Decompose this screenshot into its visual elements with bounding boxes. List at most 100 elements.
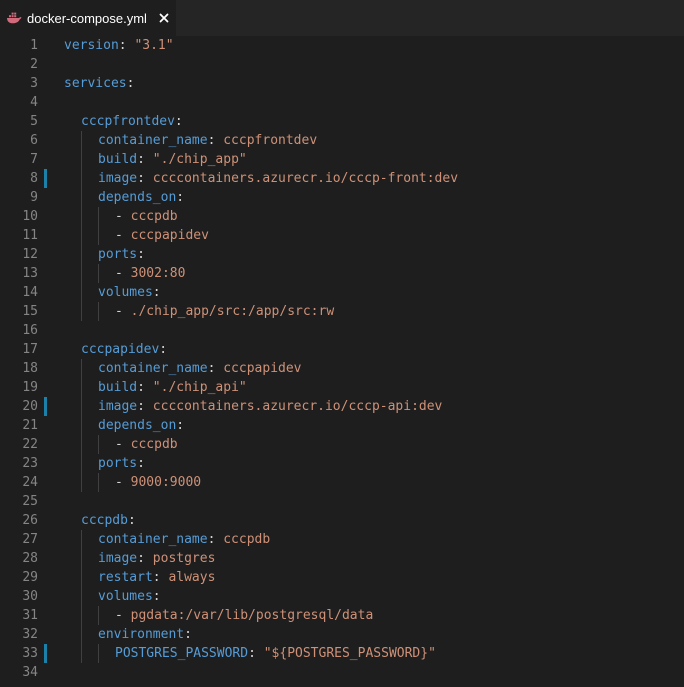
indent-guide [81, 530, 82, 549]
code-line: 29 restart: always [0, 568, 684, 587]
code-text: - 3002:80 [115, 264, 185, 283]
code-text: depends_on: [98, 416, 184, 435]
yaml-separator: : [152, 589, 161, 604]
yaml-separator: : [248, 646, 264, 661]
yaml-value: ccccontainers.azurecr.io/cccp-api:dev [152, 399, 443, 414]
yaml-value: "${POSTGRES_PASSWORD}" [263, 646, 436, 661]
code-text: image: postgres [98, 549, 215, 568]
yaml-separator: : [127, 513, 136, 528]
indent-guide [98, 644, 99, 663]
code-line: 28 image: postgres [0, 549, 684, 568]
docker-whale-icon [6, 11, 22, 25]
code-line: 7 build: "./chip_app" [0, 150, 684, 169]
indent-guide [81, 169, 82, 188]
yaml-value: 3002:80 [130, 266, 186, 281]
indent-guide [81, 644, 82, 663]
yaml-key: container_name [98, 133, 208, 148]
code-text: volumes: [98, 283, 161, 302]
code-text: build: "./chip_api" [98, 378, 247, 397]
code-text: container_name: cccpfrontdev [98, 131, 317, 150]
yaml-key: depends_on [98, 190, 177, 205]
line-number: 4 [30, 95, 38, 110]
code-line: 5 cccpfrontdev: [0, 112, 684, 131]
code-line: 8 image: ccccontainers.azurecr.io/cccp-fr… [0, 169, 684, 188]
yaml-value: 9000:9000 [130, 475, 202, 490]
indent-guide [98, 473, 99, 492]
indent-guide [81, 245, 82, 264]
yaml-key: version [64, 38, 119, 53]
line-number: 7 [30, 152, 38, 167]
yaml-separator: : [137, 152, 153, 167]
code-line: 4 [0, 93, 684, 112]
code-text: ports: [98, 245, 145, 264]
yaml-key: build [98, 152, 138, 167]
line-number: 30 [22, 589, 38, 604]
code-text: - cccpdb [115, 435, 178, 454]
line-number: 26 [22, 513, 38, 528]
yaml-key: environment [98, 627, 185, 642]
line-number: 6 [30, 133, 38, 148]
code-text: POSTGRES_PASSWORD: "${POSTGRES_PASSWORD}… [115, 644, 436, 663]
code-line: 24 - 9000:9000 [0, 473, 684, 492]
close-icon[interactable] [157, 11, 171, 25]
line-number: 14 [22, 285, 38, 300]
indent-guide [81, 226, 82, 245]
yaml-separator: : [137, 247, 145, 262]
line-number: 10 [22, 209, 38, 224]
yaml-key: cccpapidev [81, 342, 160, 357]
code-text: cccpapidev: [81, 340, 167, 359]
code-line: 33 POSTGRES_PASSWORD: "${POSTGRES_PASSWOR… [0, 644, 684, 663]
line-number: 13 [22, 266, 38, 281]
indent-guide [81, 454, 82, 473]
line-number: 22 [22, 437, 38, 452]
line-number: 11 [22, 228, 38, 243]
yaml-value: cccpfrontdev [223, 133, 318, 148]
yaml-value: "./chip_api" [152, 380, 247, 395]
yaml-separator: : [159, 342, 168, 357]
code-line: 20 image: ccccontainers.azurecr.io/cccp-a… [0, 397, 684, 416]
indent-guide [98, 606, 99, 625]
yaml-separator: : [207, 133, 224, 148]
yaml-separator: : [118, 38, 135, 53]
tab-docker-compose[interactable]: docker-compose.yml [0, 0, 176, 36]
code-line: 17 cccpapidev: [0, 340, 684, 359]
code-line: 25 [0, 492, 684, 511]
code-line: 6 container_name: cccpfrontdev [0, 131, 684, 150]
line-number: 20 [22, 399, 38, 414]
yaml-value: cccpdb [130, 209, 178, 224]
line-number: 16 [22, 323, 38, 338]
indent-guide [81, 625, 82, 644]
git-modified-marker [44, 169, 47, 188]
indent-guide [81, 207, 82, 226]
code-text: cccpfrontdev: [81, 112, 183, 131]
code-editor[interactable]: 1 version: "3.1" 2 3 services: 4 5 cccpfrontdev… [0, 36, 684, 687]
code-text: container_name: cccpapidev [98, 359, 302, 378]
indent-guide [81, 606, 82, 625]
line-number: 15 [22, 304, 38, 319]
code-line: 16 [0, 321, 684, 340]
indent-guide [81, 549, 82, 568]
code-line: 10 - cccpdb [0, 207, 684, 226]
code-line: 19 build: "./chip_api" [0, 378, 684, 397]
code-text: image: ccccontainers.azurecr.io/cccp-api… [98, 397, 442, 416]
yaml-key: container_name [98, 532, 208, 547]
yaml-key: container_name [98, 361, 208, 376]
code-line: 23 ports: [0, 454, 684, 473]
indent-guide [98, 435, 99, 454]
code-line: 14 volumes: [0, 283, 684, 302]
code-text: restart: always [98, 568, 215, 587]
list-dash: - [115, 475, 131, 490]
code-line: 27 container_name: cccpdb [0, 530, 684, 549]
code-text: services: [64, 74, 134, 93]
line-number: 3 [30, 76, 38, 91]
code-text: container_name: cccpdb [98, 530, 270, 549]
yaml-key: build [98, 380, 138, 395]
indent-guide [81, 473, 82, 492]
indent-guide [81, 397, 82, 416]
yaml-separator: : [137, 456, 145, 471]
indent-guide [81, 150, 82, 169]
indent-guide [81, 416, 82, 435]
yaml-key: volumes [98, 285, 153, 300]
code-text: image: ccccontainers.azurecr.io/cccp-fro… [98, 169, 458, 188]
yaml-value: ccccontainers.azurecr.io/cccp-front:dev [152, 171, 459, 186]
